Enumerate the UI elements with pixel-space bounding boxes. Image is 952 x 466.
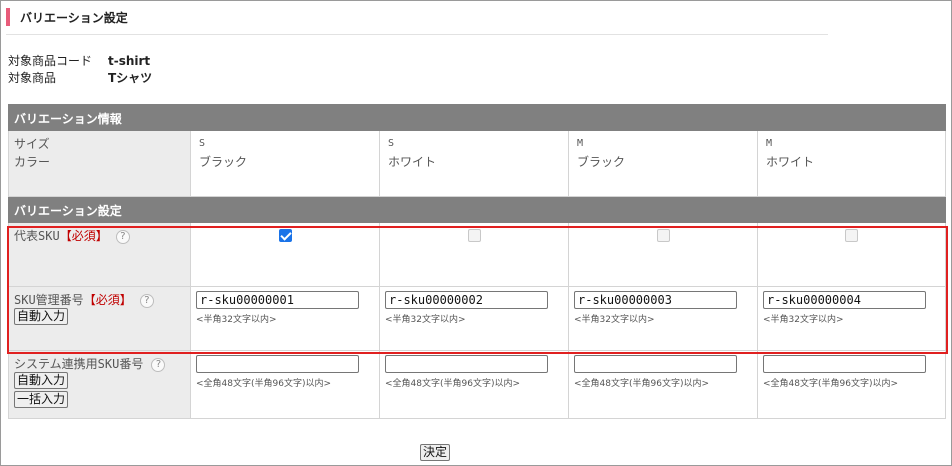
sku-mgmt-input[interactable]: r-sku00000001 (196, 291, 359, 309)
product-name-label: 対象商品 (8, 71, 57, 85)
title-accent-bar (6, 8, 10, 26)
rep-sku-checkbox[interactable] (845, 229, 858, 242)
variation-col-4: M ホワイト (756, 130, 947, 197)
system-sku-input[interactable] (385, 355, 548, 373)
info-label-cell: サイズ カラー (8, 130, 191, 197)
page-title: バリエーション設定 (20, 11, 128, 25)
sku-mgmt-hint: <半角32文字以内> (385, 315, 466, 325)
sku-mgmt-input[interactable]: r-sku00000004 (763, 291, 926, 309)
system-sku-label: システム連携用SKU番号 (14, 357, 144, 371)
sku-mgmt-auto-button[interactable]: 自動入力 (14, 308, 69, 325)
system-sku-cell-1: <全角48文字(半角96文字)以内> (190, 350, 380, 419)
system-sku-cell-3: <全角48文字(半角96文字)以内> (568, 350, 758, 419)
required-mark: 【必須】 (59, 229, 108, 243)
rep-sku-cell-3 (568, 222, 758, 287)
variation-col-3: M ブラック (568, 130, 758, 197)
sku-mgmt-cell-2: r-sku00000002 <半角32文字以内> (379, 286, 569, 351)
help-icon[interactable]: ? (139, 293, 154, 308)
product-code-value: t-shirt (108, 54, 151, 68)
sku-mgmt-input[interactable]: r-sku00000002 (385, 291, 548, 309)
variation-color: ブラック (199, 155, 248, 169)
variation-size: S (199, 138, 206, 149)
color-label: カラー (14, 155, 51, 169)
system-sku-auto-button[interactable]: 自動入力 (14, 372, 69, 389)
system-sku-input[interactable] (763, 355, 926, 373)
sku-mgmt-cell-1: r-sku00000001 <半角32文字以内> (190, 286, 380, 351)
variation-color: ホワイト (766, 155, 815, 169)
system-sku-input[interactable] (196, 355, 359, 373)
sku-mgmt-label-cell: SKU管理番号【必須】? 自動入力 (8, 286, 191, 351)
help-icon[interactable]: ? (115, 229, 130, 244)
rep-sku-checkbox[interactable] (467, 229, 481, 242)
variation-color: ブラック (577, 155, 626, 169)
variation-size: M (577, 138, 584, 149)
system-sku-input[interactable] (574, 355, 737, 373)
variation-col-2: S ホワイト (379, 130, 569, 197)
help-icon[interactable]: ? (151, 357, 166, 372)
required-mark: 【必須】 (83, 293, 132, 307)
system-sku-hint: <全角48文字(半角96文字)以内> (763, 379, 899, 389)
system-sku-bulk-button[interactable]: 一括入力 (14, 391, 69, 408)
sku-mgmt-hint: <半角32文字以内> (763, 315, 844, 325)
sku-mgmt-hint: <半角32文字以内> (574, 315, 655, 325)
page-title-bar: バリエーション設定 (6, 8, 828, 35)
rep-sku-cell-2 (379, 222, 569, 287)
system-sku-cell-4: <全角48文字(半角96文字)以内> (756, 350, 947, 419)
variation-size: M (766, 138, 773, 149)
sku-mgmt-cell-4: r-sku00000004 <半角32文字以内> (756, 286, 947, 351)
variation-table: バリエーション情報 サイズ カラー S ブラック S ホワイト M ブラック M… (7, 104, 947, 419)
system-sku-label-cell: システム連携用SKU番号? 自動入力 一括入力 (8, 350, 191, 419)
sku-mgmt-input[interactable]: r-sku00000003 (574, 291, 737, 309)
variation-size: S (388, 138, 395, 149)
product-code-row: 対象商品コード t-shirt (8, 52, 150, 69)
rep-sku-cell-4 (756, 222, 947, 287)
system-sku-hint: <全角48文字(半角96文字)以内> (385, 379, 521, 389)
rep-sku-cell-1 (190, 222, 380, 287)
variation-settings-header: バリエーション設定 (7, 196, 947, 223)
product-code-label: 対象商品コード (8, 54, 93, 68)
sku-mgmt-hint: <半角32文字以内> (196, 315, 277, 325)
product-name-value: Tシャツ (108, 71, 153, 85)
size-label: サイズ (14, 137, 50, 151)
sku-mgmt-label: SKU管理番号 (14, 293, 84, 307)
product-name-row: 対象商品 Tシャツ (8, 69, 152, 86)
submit-button[interactable]: 決定 (420, 444, 451, 461)
system-sku-hint: <全角48文字(半角96文字)以内> (196, 379, 332, 389)
rep-sku-label-cell: 代表SKU【必須】? (8, 222, 191, 287)
rep-sku-label: 代表SKU (14, 229, 60, 243)
system-sku-hint: <全角48文字(半角96文字)以内> (574, 379, 710, 389)
rep-sku-checkbox[interactable] (278, 229, 292, 242)
sku-mgmt-cell-3: r-sku00000003 <半角32文字以内> (568, 286, 758, 351)
system-sku-cell-2: <全角48文字(半角96文字)以内> (379, 350, 569, 419)
variation-color: ホワイト (388, 155, 437, 169)
variation-info-header: バリエーション情報 (7, 104, 947, 131)
variation-col-1: S ブラック (190, 130, 380, 197)
rep-sku-checkbox[interactable] (656, 229, 670, 242)
